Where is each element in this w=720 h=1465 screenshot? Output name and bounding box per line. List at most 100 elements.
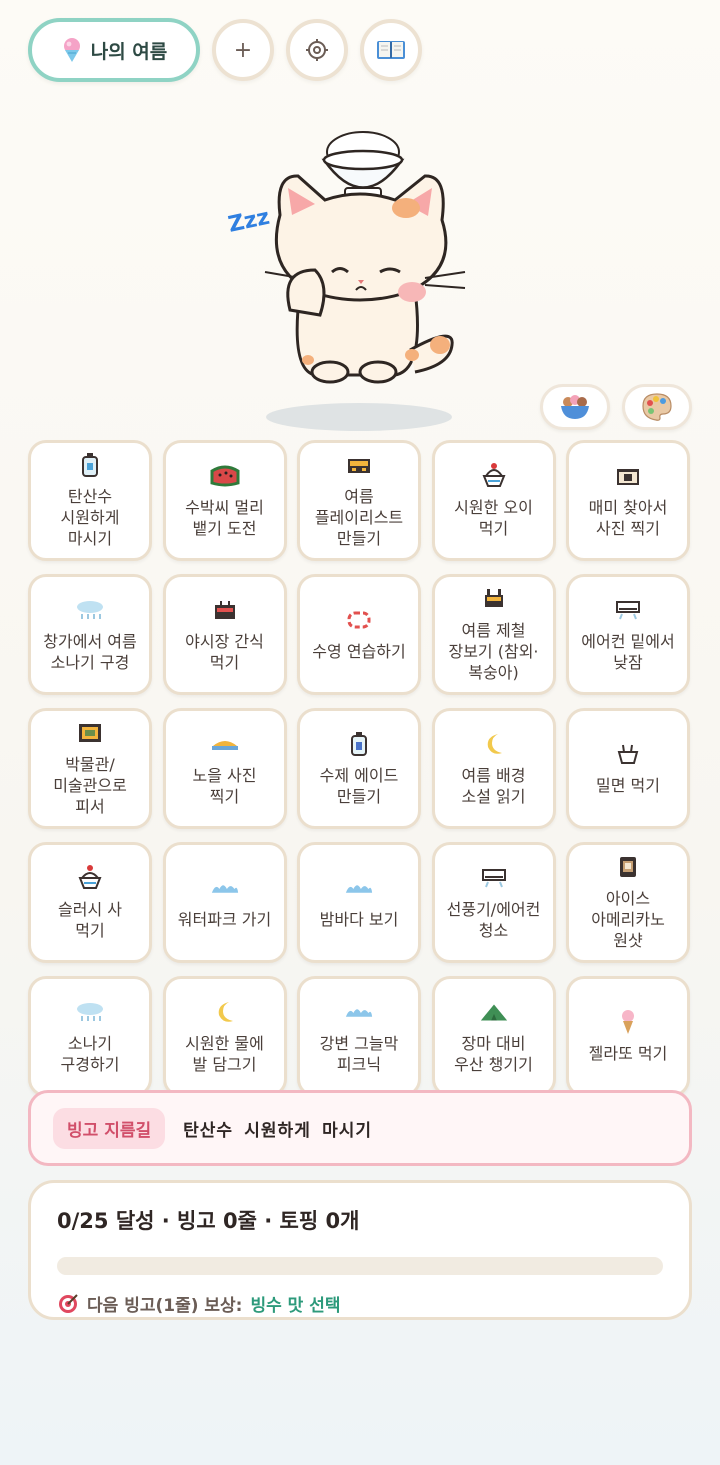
- bingo-shortcut-tag: 빙고 지름길: [53, 1107, 166, 1149]
- bingo-cell[interactable]: 강변 그늘막 피크닉: [297, 976, 421, 1097]
- guide-book-button[interactable]: [360, 19, 422, 81]
- rain-cloud-icon: [75, 597, 105, 623]
- bingo-cell[interactable]: 탄산수 시원하게 마시기: [28, 440, 152, 561]
- bingo-cell-label: 매미 찾아서 사진 찍기: [588, 497, 668, 538]
- shaved-ice-icon: [63, 38, 80, 62]
- bingo-cell-label: 밤바다 보기: [319, 910, 399, 929]
- shaved-ice-icon: [479, 462, 509, 489]
- theme-palette-button[interactable]: [622, 384, 692, 430]
- bingo-cell-label: 박물관/ 미술관으로 피서: [53, 755, 127, 816]
- bingo-cell-label: 장마 대비 우산 챙기기: [454, 1033, 533, 1074]
- bingo-cell[interactable]: 매미 찾아서 사진 찍기: [566, 440, 690, 561]
- gear-icon: [306, 39, 328, 61]
- bingsu-toppings-button[interactable]: [540, 384, 610, 430]
- next-reward-label: 다음 빙고(1줄) 보상:: [87, 1296, 243, 1316]
- crescent-moon-icon: [210, 999, 240, 1025]
- next-reward-line: 다음 빙고(1줄) 보상: 빙수 맛 선택: [57, 1291, 663, 1316]
- bingo-cell-label: 시원한 오이 먹기: [454, 497, 533, 538]
- bingo-cell-label: 노을 사진 찍기: [192, 765, 257, 806]
- bingo-cell-label: 여름 배경 소설 읽기: [461, 765, 526, 806]
- wave-icon: [344, 999, 374, 1025]
- bingo-cell-label: 소나기 구경하기: [60, 1033, 120, 1074]
- watermelon-icon: [210, 463, 240, 489]
- bingo-cell[interactable]: 노을 사진 찍기: [162, 708, 287, 829]
- my-summary-button[interactable]: 나의 여름: [28, 18, 200, 82]
- bingo-cell-label: 여름 플레이리스트 만들기: [314, 487, 404, 548]
- plus-icon: +: [233, 37, 253, 63]
- bingo-cell[interactable]: 에어컨 밑에서 낮잠: [566, 574, 690, 695]
- bingo-cell-label: 수영 연습하기: [312, 642, 406, 661]
- bingo-cell-label: 여름 제철 장보기 (참외· 복숭아): [448, 621, 539, 682]
- progress-card: 0/25 달성 · 빙고 0줄 · 토핑 0개 다음 빙고(1줄) 보상: 빙수…: [28, 1180, 692, 1320]
- bingo-cell[interactable]: 여름 제철 장보기 (참외· 복숭아): [431, 574, 556, 695]
- bingo-cell-label: 야시장 간식 먹기: [185, 631, 264, 672]
- bingo-grid: 탄산수 시원하게 마시기 수박씨 멀리 뱉기 도전 여름 플레이리스트 만들기 시원한…: [28, 440, 690, 1097]
- bingo-cell[interactable]: 워터파크 가기: [162, 842, 287, 963]
- bingo-shortcut-text: 탄산수 시원하게 마시기: [183, 1120, 372, 1141]
- fruit-basket-icon: [479, 586, 509, 612]
- bingo-cell[interactable]: 박물관/ 미술관으로 피서: [28, 708, 152, 829]
- bingo-cell-label: 밀면 먹기: [596, 776, 660, 795]
- bingo-cell[interactable]: 밤바다 보기: [297, 842, 421, 963]
- rain-cloud-icon: [75, 999, 105, 1025]
- bingo-cell-label: 선풍기/에어컨 청소: [446, 899, 541, 940]
- top-bar: 나의 여름 +: [28, 18, 422, 82]
- wave-icon: [210, 875, 240, 901]
- noodle-bowl-icon: [613, 741, 643, 767]
- bingo-cell[interactable]: 수영 연습하기: [297, 574, 421, 695]
- bingo-cell[interactable]: 밀면 먹기: [566, 708, 690, 829]
- green-tent-icon: [479, 999, 509, 1025]
- ice-cream-icon: [613, 1009, 643, 1035]
- bingo-cell-label: 젤라또 먹기: [588, 1044, 668, 1063]
- bingo-cell-label: 슬러시 사 먹기: [58, 899, 122, 940]
- bingo-cell-label: 탄산수 시원하게 마시기: [60, 487, 120, 548]
- bingo-cell[interactable]: 야시장 간식 먹기: [162, 574, 287, 695]
- bingo-cell-label: 에어컨 밑에서 낮잠: [581, 631, 675, 672]
- bingo-cell[interactable]: 수박씨 멀리 뱉기 도전: [162, 440, 287, 561]
- target-icon: [59, 1293, 78, 1313]
- book-icon: [377, 41, 405, 59]
- bingsu-bowl-icon: [561, 395, 589, 419]
- bingo-cell[interactable]: 시원한 오이 먹기: [431, 440, 556, 561]
- add-button[interactable]: +: [212, 19, 274, 81]
- bingo-cell[interactable]: 선풍기/에어컨 청소: [431, 842, 556, 963]
- next-reward-value: 빙수 맛 선택: [250, 1296, 341, 1316]
- bingo-cell[interactable]: 시원한 물에 발 담그기: [162, 976, 287, 1097]
- settings-button[interactable]: [286, 19, 348, 81]
- sleeping-cat-mascot[interactable]: Zzz: [220, 120, 500, 440]
- bingo-shortcut-bar[interactable]: 빙고 지름길 탄산수 시원하게 마시기: [28, 1090, 692, 1166]
- soda-bottle-icon: [75, 452, 105, 478]
- bingo-cell-label: 강변 그늘막 피크닉: [319, 1033, 399, 1074]
- bingo-cell[interactable]: 여름 배경 소설 읽기: [431, 708, 556, 829]
- bingo-cell[interactable]: 소나기 구경하기: [28, 976, 152, 1097]
- sleep-zzz-text: Zzz: [226, 205, 272, 238]
- camera-icon: [613, 463, 643, 489]
- snack-icon: [210, 597, 240, 623]
- profile-label: 나의 여름: [90, 40, 168, 63]
- palette-icon: [642, 393, 672, 421]
- bingo-cell[interactable]: 여름 플레이리스트 만들기: [297, 440, 421, 561]
- bingo-cell[interactable]: 수제 에이드 만들기: [297, 708, 421, 829]
- ade-bottle-icon: [344, 731, 374, 757]
- slush-icon: [75, 864, 105, 891]
- bingo-cell-label: 시원한 물에 발 담그기: [185, 1033, 264, 1074]
- bingo-cell[interactable]: 장마 대비 우산 챙기기: [431, 976, 556, 1097]
- bingo-cell-label: 워터파크 가기: [177, 910, 272, 929]
- bingo-cell[interactable]: 슬러시 사 먹기: [28, 842, 152, 963]
- sunset-icon: [210, 731, 240, 757]
- bingo-cell-label: 아이스 아메리카노 원샷: [591, 889, 665, 950]
- bingo-cell-label: 수박씨 멀리 뱉기 도전: [185, 497, 264, 538]
- bingo-cell[interactable]: 아이스 아메리카노 원샷: [566, 842, 690, 963]
- air-conditioner-icon: [613, 597, 643, 623]
- progress-summary: 0/25 달성 · 빙고 0줄 · 토핑 0개: [57, 1209, 360, 1233]
- bingo-cell[interactable]: 창가에서 여름 소나기 구경: [28, 574, 152, 695]
- picture-frame-icon: [75, 720, 105, 746]
- air-conditioner-icon: [479, 865, 509, 891]
- bingo-cell-label: 창가에서 여름 소나기 구경: [43, 631, 137, 672]
- swim-ring-icon: [344, 607, 374, 633]
- crescent-moon-icon: [479, 731, 509, 757]
- progress-bar: [57, 1257, 663, 1275]
- bingo-cell[interactable]: 젤라또 먹기: [566, 976, 690, 1097]
- cat-illustration: Zzz: [226, 131, 466, 384]
- bingo-cell-label: 수제 에이드 만들기: [319, 765, 399, 806]
